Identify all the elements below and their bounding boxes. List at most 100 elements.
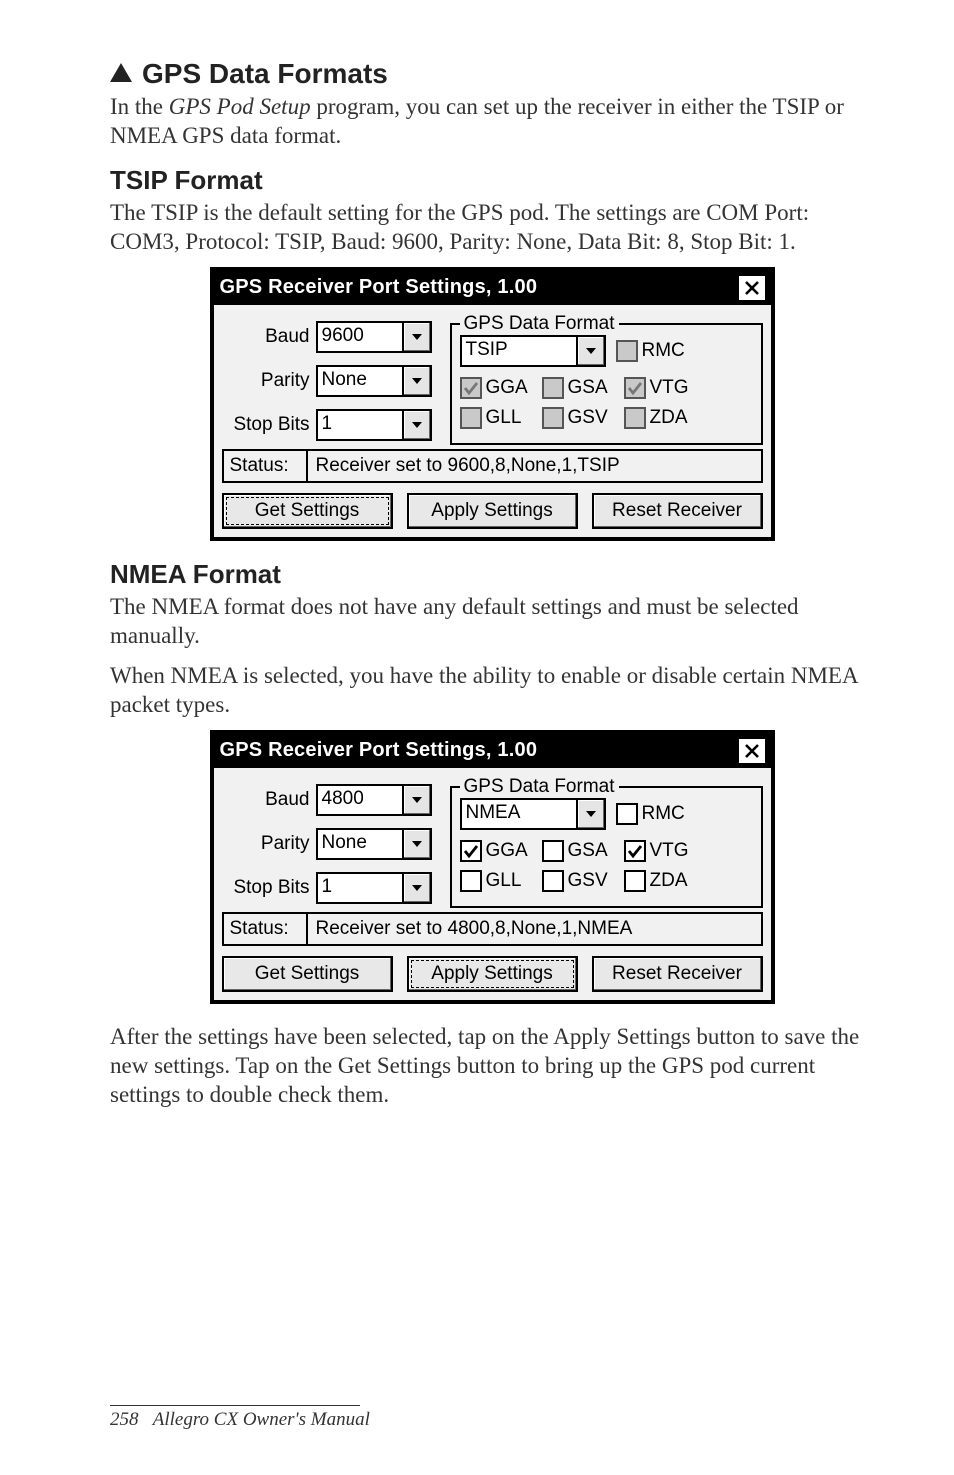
stopbits-label: Stop Bits <box>222 414 310 436</box>
gga-label: GGA <box>486 377 528 399</box>
group-legend: GPS Data Format <box>460 776 619 798</box>
dialog-titlebar: GPS Receiver Port Settings, 1.00 <box>214 271 771 305</box>
rmc-checkbox[interactable]: RMC <box>616 340 685 362</box>
apply-settings-button[interactable]: Apply Settings <box>407 493 578 529</box>
vtg-label: VTG <box>650 840 689 862</box>
gsa-label: GSA <box>568 377 608 399</box>
chevron-down-icon <box>576 800 604 828</box>
baud-select[interactable]: 4800 <box>316 784 432 816</box>
checkbox-icon <box>624 870 646 892</box>
chevron-down-icon <box>402 367 430 395</box>
intro-italic: GPS Pod Setup <box>169 94 311 119</box>
reset-receiver-button[interactable]: Reset Receiver <box>592 493 763 529</box>
get-settings-label: Get Settings <box>255 500 360 521</box>
parity-select[interactable]: None <box>316 365 432 397</box>
tsip-para: The TSIP is the default setting for the … <box>110 198 874 257</box>
reset-receiver-label: Reset Receiver <box>612 500 742 521</box>
gll-checkbox[interactable]: GLL <box>460 870 536 892</box>
checkbox-icon <box>624 407 646 429</box>
after-paragraph: After the settings have been selected, t… <box>110 1022 874 1110</box>
gga-checkbox[interactable]: GGA <box>460 840 536 862</box>
intro-paragraph: In the GPS Pod Setup program, you can se… <box>110 92 874 151</box>
gsa-checkbox[interactable]: GSA <box>542 840 618 862</box>
apply-settings-label: Apply Settings <box>431 963 552 984</box>
vtg-label: VTG <box>650 377 689 399</box>
get-settings-button[interactable]: Get Settings <box>222 956 393 992</box>
gps-settings-dialog-nmea: GPS Receiver Port Settings, 1.00 Baud 48… <box>210 730 775 1004</box>
vtg-checkbox[interactable]: VTG <box>624 377 689 399</box>
section-heading-text: GPS Data Formats <box>142 58 388 89</box>
baud-label: Baud <box>222 326 310 348</box>
section-heading: GPS Data Formats <box>110 58 874 90</box>
gsv-checkbox[interactable]: GSV <box>542 870 618 892</box>
tsip-heading: TSIP Format <box>110 165 874 196</box>
stopbits-label: Stop Bits <box>222 877 310 899</box>
gps-settings-dialog-tsip: GPS Receiver Port Settings, 1.00 Baud 96… <box>210 267 775 541</box>
parity-value: None <box>318 367 402 395</box>
page-footer: 258 Allegro CX Owner's Manual <box>110 1405 370 1431</box>
stopbits-select[interactable]: 1 <box>316 872 432 904</box>
nmea-para1: The NMEA format does not have any defaul… <box>110 592 874 651</box>
zda-label: ZDA <box>650 407 688 429</box>
close-button[interactable] <box>737 274 767 302</box>
rmc-label: RMC <box>642 803 685 825</box>
gsa-label: GSA <box>568 840 608 862</box>
chevron-down-icon <box>402 786 430 814</box>
checkbox-icon <box>460 377 482 399</box>
stopbits-select[interactable]: 1 <box>316 409 432 441</box>
checkbox-icon <box>624 840 646 862</box>
gll-label: GLL <box>486 870 522 892</box>
gll-checkbox[interactable]: GLL <box>460 407 536 429</box>
checkbox-icon <box>616 803 638 825</box>
vtg-checkbox[interactable]: VTG <box>624 840 689 862</box>
intro-a: In the <box>110 94 169 119</box>
get-settings-label: Get Settings <box>255 963 360 984</box>
status-value: Receiver set to 4800,8,None,1,NMEA <box>308 914 761 944</box>
close-button[interactable] <box>737 737 767 765</box>
reset-receiver-label: Reset Receiver <box>612 963 742 984</box>
rmc-checkbox[interactable]: RMC <box>616 803 685 825</box>
checkbox-icon <box>542 407 564 429</box>
nmea-heading: NMEA Format <box>110 559 874 590</box>
checkbox-icon <box>542 377 564 399</box>
checkbox-icon <box>616 340 638 362</box>
status-row: Status: Receiver set to 4800,8,None,1,NM… <box>222 912 763 946</box>
close-icon <box>745 281 759 295</box>
gsv-label: GSV <box>568 870 608 892</box>
format-select[interactable]: NMEA <box>460 798 606 830</box>
zda-checkbox[interactable]: ZDA <box>624 870 688 892</box>
gps-data-format-group: GPS Data Format TSIP RMC <box>450 323 763 445</box>
chevron-down-icon <box>576 337 604 365</box>
baud-value: 9600 <box>318 323 402 351</box>
chevron-down-icon <box>402 411 430 439</box>
stopbits-value: 1 <box>318 411 402 439</box>
stopbits-value: 1 <box>318 874 402 902</box>
apply-settings-button[interactable]: Apply Settings <box>407 956 578 992</box>
baud-value: 4800 <box>318 786 402 814</box>
get-settings-button[interactable]: Get Settings <box>222 493 393 529</box>
dialog-title: GPS Receiver Port Settings, 1.00 <box>218 739 737 762</box>
format-value: NMEA <box>462 800 576 828</box>
format-select[interactable]: TSIP <box>460 335 606 367</box>
baud-select[interactable]: 9600 <box>316 321 432 353</box>
gsa-checkbox[interactable]: GSA <box>542 377 618 399</box>
chevron-down-icon <box>402 874 430 902</box>
checkbox-icon <box>460 870 482 892</box>
apply-settings-label: Apply Settings <box>431 500 552 521</box>
checkbox-icon <box>624 377 646 399</box>
book-title: Allegro CX Owner's Manual <box>153 1409 370 1430</box>
reset-receiver-button[interactable]: Reset Receiver <box>592 956 763 992</box>
zda-checkbox[interactable]: ZDA <box>624 407 688 429</box>
gga-checkbox[interactable]: GGA <box>460 377 536 399</box>
close-icon <box>745 744 759 758</box>
status-value: Receiver set to 9600,8,None,1,TSIP <box>308 451 761 481</box>
checkbox-icon <box>542 870 564 892</box>
parity-select[interactable]: None <box>316 828 432 860</box>
chevron-down-icon <box>402 830 430 858</box>
rmc-label: RMC <box>642 340 685 362</box>
gps-data-format-group: GPS Data Format NMEA RMC <box>450 786 763 908</box>
page-number: 258 <box>110 1409 139 1430</box>
chevron-down-icon <box>402 323 430 351</box>
status-label: Status: <box>224 914 308 944</box>
gsv-checkbox[interactable]: GSV <box>542 407 618 429</box>
